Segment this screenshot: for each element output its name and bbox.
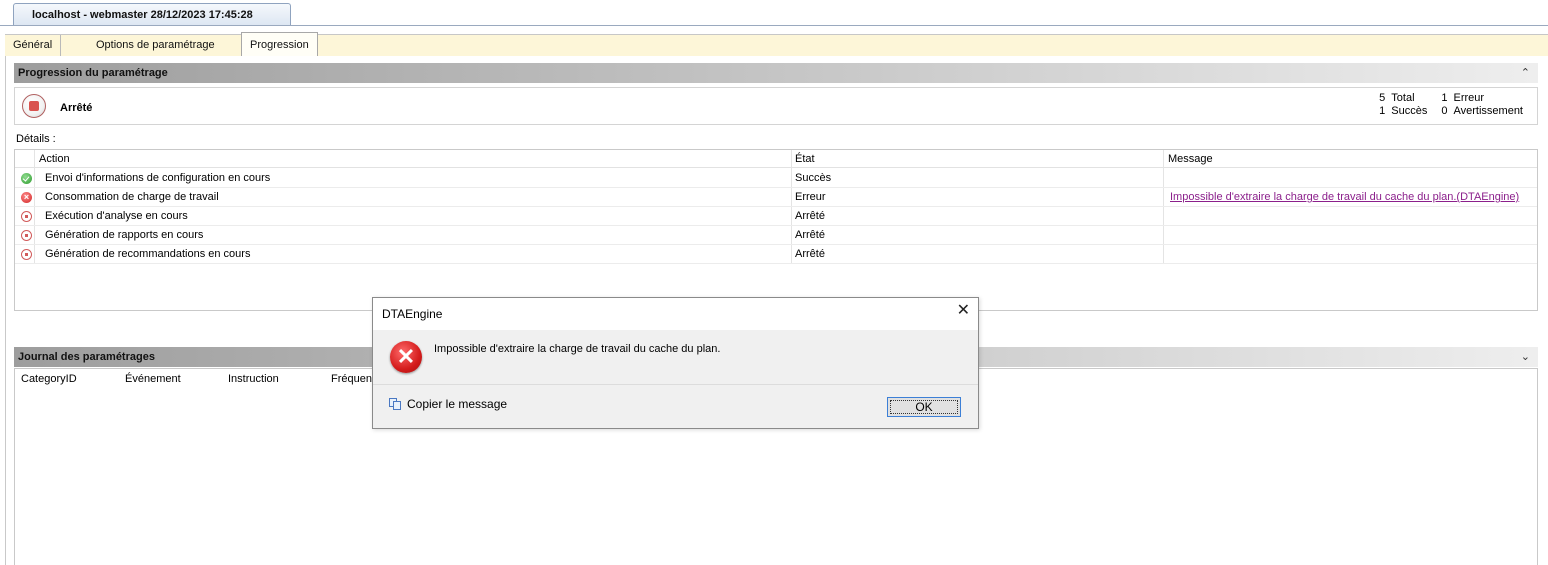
dialog-body: ✕ Impossible d'extraire la charge de tra… (373, 330, 978, 384)
dialog-footer: Copier le message OK (373, 384, 978, 428)
error-label: Erreur (1453, 92, 1485, 104)
row-state: Arrêté (795, 210, 825, 222)
error-message-link[interactable]: Impossible d'extraire la charge de trava… (1170, 191, 1519, 203)
document-tab[interactable]: localhost - webmaster 28/12/2023 17:45:2… (13, 3, 291, 26)
column-header-state[interactable]: État (795, 153, 815, 165)
progress-section-header[interactable]: Progression du paramétrage ⌃ (14, 63, 1538, 83)
chevron-double-up-icon[interactable]: ⌃ (1521, 66, 1530, 79)
document-tab-strip: localhost - webmaster 28/12/2023 17:45:2… (0, 0, 1548, 26)
tab-options[interactable]: Options de paramétrage (88, 35, 223, 57)
row-state: Arrêté (795, 248, 825, 260)
close-icon[interactable]: ✕ (957, 303, 970, 319)
tab-general[interactable]: Général (5, 35, 62, 57)
warning-label: Avertissement (1453, 105, 1524, 117)
copy-message-button[interactable]: Copier le message (389, 397, 507, 411)
chevron-double-down-icon[interactable]: ⌄ (1521, 350, 1530, 363)
inner-tab-strip: Général Options de paramétrage Progressi… (5, 32, 1548, 57)
table-row[interactable]: Génération de recommandations en cours A… (15, 245, 1537, 264)
tab-progression[interactable]: Progression (241, 32, 318, 57)
column-header-action[interactable]: Action (39, 153, 70, 165)
copy-icon (389, 398, 403, 410)
error-count: 1 (1441, 92, 1448, 104)
column-header-categoryid[interactable]: CategoryID (21, 373, 77, 385)
column-header-message[interactable]: Message (1168, 153, 1213, 165)
stop-icon (21, 230, 32, 241)
error-icon: ✕ (390, 341, 422, 373)
column-header-instruction[interactable]: Instruction (228, 373, 279, 385)
row-action: Envoi d'informations de configuration en… (45, 172, 271, 184)
table-row[interactable]: Envoi d'informations de configuration en… (15, 169, 1537, 188)
status-label: Arrêté (60, 102, 93, 114)
dialog-title: DTAEngine (382, 307, 443, 321)
tab-strip-divider (0, 25, 1548, 26)
status-box: Arrêté 5 Total 1 Erreur 1 Succès 0 Avert… (14, 87, 1538, 125)
row-state: Erreur (795, 191, 826, 203)
row-action: Génération de recommandations en cours (45, 248, 251, 260)
row-action: Consommation de charge de travail (45, 191, 219, 203)
row-action: Exécution d'analyse en cours (45, 210, 188, 222)
warning-count: 0 (1441, 105, 1448, 117)
row-state: Arrêté (795, 229, 825, 241)
error-dialog: DTAEngine ✕ ✕ Impossible d'extraire la c… (372, 297, 979, 429)
table-row[interactable]: × Consommation de charge de travail Erre… (15, 188, 1537, 207)
success-count: 1 (1379, 105, 1386, 117)
status-stats: 5 Total 1 Erreur 1 Succès 0 Avertissemen… (1379, 92, 1527, 118)
success-label: Succès (1391, 105, 1428, 117)
stop-icon (21, 249, 32, 260)
table-row[interactable]: Exécution d'analyse en cours Arrêté (15, 207, 1537, 226)
dialog-message: Impossible d'extraire la charge de trava… (434, 343, 721, 355)
row-action: Génération de rapports en cours (45, 229, 204, 241)
table-row[interactable]: Génération de rapports en cours Arrêté (15, 226, 1537, 245)
total-label: Total (1391, 92, 1415, 104)
details-label: Détails : (16, 133, 56, 145)
details-grid[interactable]: Action État Message Envoi d'informations… (14, 149, 1538, 311)
journal-section-title: Journal des paramétrages (18, 351, 155, 363)
progress-section-title: Progression du paramétrage (18, 67, 168, 79)
copy-message-label: Copier le message (407, 397, 508, 411)
ok-button[interactable]: OK (887, 397, 961, 417)
error-icon: × (21, 192, 32, 203)
success-icon (21, 173, 32, 184)
grid-header: Action État Message (15, 150, 1537, 168)
column-header-evenement[interactable]: Événement (125, 373, 181, 385)
stop-icon (21, 211, 32, 222)
stop-icon (22, 94, 46, 118)
total-count: 5 (1379, 92, 1386, 104)
row-state: Succès (795, 172, 832, 184)
